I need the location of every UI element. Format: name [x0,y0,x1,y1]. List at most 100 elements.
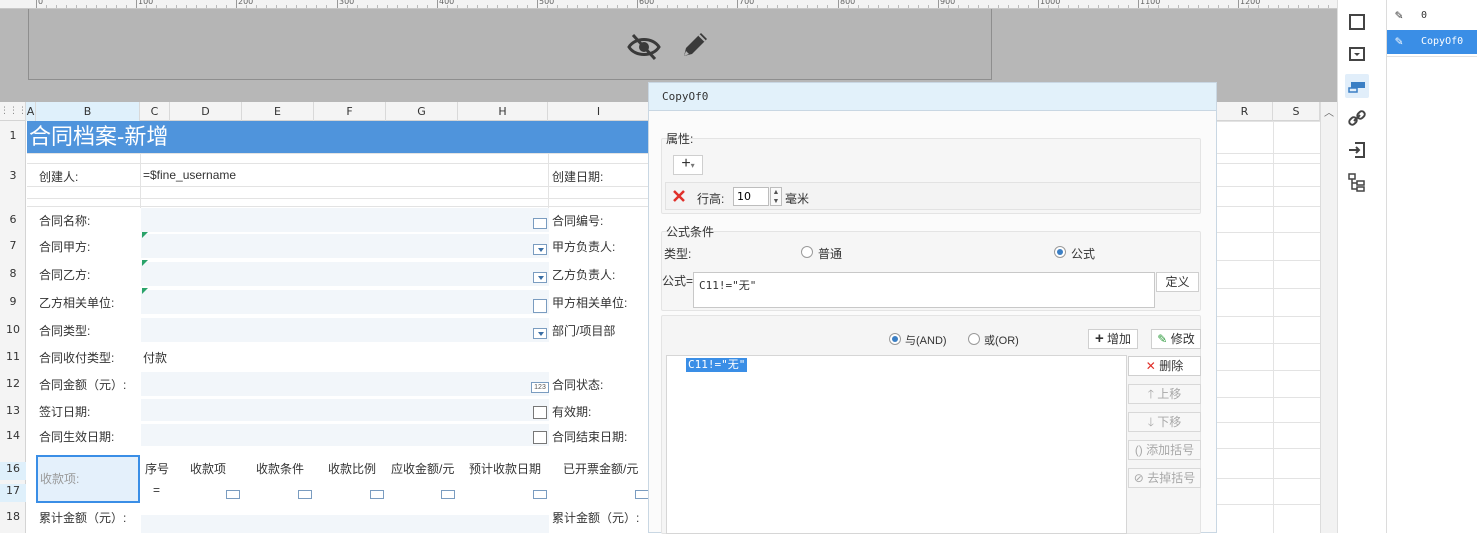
payment-header-receivable: 应收金额/元 [391,462,455,476]
formula-input[interactable]: C11!="无" [693,272,1155,308]
column-header-s[interactable]: S [1273,102,1320,121]
add-parentheses-button[interactable]: () 添加括号 [1128,440,1201,460]
sheet-title[interactable]: 合同档案-新增 [27,121,650,153]
remove-parentheses-button[interactable]: ⊘ 去掉括号 [1128,468,1201,488]
type-normal-label[interactable]: 普通 [818,245,842,262]
row-header-17[interactable]: 17 [0,484,26,502]
link-icon[interactable] [1345,106,1369,130]
ruler-minor-tick [1288,5,1289,8]
text-widget-icon[interactable] [635,490,649,499]
text-widget-icon[interactable] [533,218,547,229]
ruler-minor-tick [1218,5,1219,8]
modify-condition-button[interactable]: ✎ 修改 [1151,329,1201,349]
text-widget-icon[interactable] [298,490,312,499]
column-header-i[interactable]: I [548,102,650,121]
column-header-d[interactable]: D [170,102,242,121]
row-header-10[interactable]: 10 [0,323,26,336]
move-up-button[interactable]: 🡑 上移 [1128,384,1201,404]
party-b-unit-input[interactable] [141,290,549,314]
select-all-corner[interactable]: ⋮⋮⋮ [0,102,27,121]
horizontal-ruler: 0 100 200 300 400 500 600 700 800 900 1000 1100 1200 [0,0,1337,9]
and-radio[interactable] [889,333,901,345]
row-header-14[interactable]: 14 [0,429,26,442]
row-header-13[interactable]: 13 [0,404,26,417]
number-widget-icon[interactable]: 123 [531,382,549,393]
creator-value-cell[interactable]: =$fine_username [143,168,236,182]
condition-attr-icon[interactable] [1345,74,1369,98]
condition-list-item[interactable]: C11!="无" [686,358,748,372]
scroll-up-icon[interactable]: ︿ [1324,104,1334,119]
column-header-b[interactable]: B [36,102,140,121]
vertical-scrollbar[interactable]: ︿ [1320,102,1337,533]
plus-icon: + [1094,330,1104,347]
contract-name-input[interactable] [141,208,549,232]
delete-button[interactable]: ✕ 删除 [1128,356,1201,376]
sign-date-input[interactable] [141,399,549,421]
row-header-7[interactable]: 7 [0,239,26,252]
ruler-minor-tick [1258,5,1259,8]
payment-type-label: 合同收付类型: [39,351,115,365]
payment-section-cell[interactable]: 收款项: [36,455,140,503]
row-header-18[interactable]: 18 [0,510,26,523]
remove-red-x-icon[interactable] [671,188,687,204]
total-amount-input[interactable] [141,515,549,533]
add-attribute-button[interactable]: +▾ [673,155,703,175]
column-header-r[interactable]: R [1217,102,1273,121]
dropdown-box-icon[interactable] [1345,42,1369,66]
payment-type-value[interactable]: 付款 [143,349,167,366]
column-header-e[interactable]: E [242,102,314,121]
row-header-1[interactable]: 1 [0,129,26,142]
row-header-16[interactable]: 16 [0,462,26,480]
text-widget-icon[interactable] [370,490,384,499]
type-formula-label[interactable]: 公式 [1071,245,1095,262]
or-label[interactable]: 或(OR) [984,332,1019,348]
eye-slash-icon[interactable] [627,33,661,64]
row-height-label: 行高: [697,192,725,206]
cell-marker [142,288,148,294]
or-radio[interactable] [968,333,980,345]
define-button[interactable]: 定义 [1156,272,1199,292]
column-header-f[interactable]: F [314,102,386,121]
type-formula-radio[interactable] [1054,246,1066,258]
dropdown-widget-icon[interactable] [533,328,547,339]
condition-item-0[interactable]: ✎ 0 [1387,4,1477,28]
column-header-h[interactable]: H [458,102,548,121]
row-height-input[interactable] [733,187,769,206]
type-normal-radio[interactable] [801,246,813,258]
list-widget-icon[interactable] [533,299,547,313]
row-header-12[interactable]: 12 [0,377,26,390]
tree-icon[interactable] [1345,170,1369,194]
row-header-11[interactable]: 11 [0,350,26,363]
row-header-6[interactable]: 6 [0,213,26,226]
row-header-3[interactable]: 3 [0,169,26,182]
move-down-button[interactable]: 🡓 下移 [1128,412,1201,432]
row-header-8[interactable]: 8 [0,267,26,280]
party-b-input[interactable] [141,262,549,286]
text-widget-icon[interactable] [441,490,455,499]
add-condition-button[interactable]: + 增加 [1088,329,1138,349]
party-a-input[interactable] [141,234,549,258]
row-header-9[interactable]: 9 [0,295,26,308]
calendar-icon[interactable] [533,406,547,419]
calendar-icon[interactable] [533,431,547,444]
condition-item-copyof0[interactable]: ✎ CopyOf0 [1387,30,1477,54]
and-label[interactable]: 与(AND) [905,332,947,348]
square-icon[interactable] [1345,10,1369,34]
dropdown-widget-icon[interactable] [533,244,547,255]
column-header-c[interactable]: C [140,102,170,121]
ruler-tick [537,0,538,8]
pencil-icon[interactable] [679,29,711,64]
contract-type-input[interactable] [141,318,549,342]
import-icon[interactable] [1345,138,1369,162]
effective-date-input[interactable] [141,424,549,446]
column-header-a[interactable]: A [26,102,36,121]
dropdown-widget-icon[interactable] [533,272,547,283]
row-height-stepper[interactable]: ▲ ▼ [770,187,782,206]
column-header-g[interactable]: G [386,102,458,121]
text-widget-icon[interactable] [533,490,547,499]
type-label: 类型: [664,247,692,261]
condition-list[interactable]: C11!="无" [666,355,1127,534]
contract-amount-input[interactable] [141,372,549,396]
divider [1387,56,1477,57]
text-widget-icon[interactable] [226,490,240,499]
